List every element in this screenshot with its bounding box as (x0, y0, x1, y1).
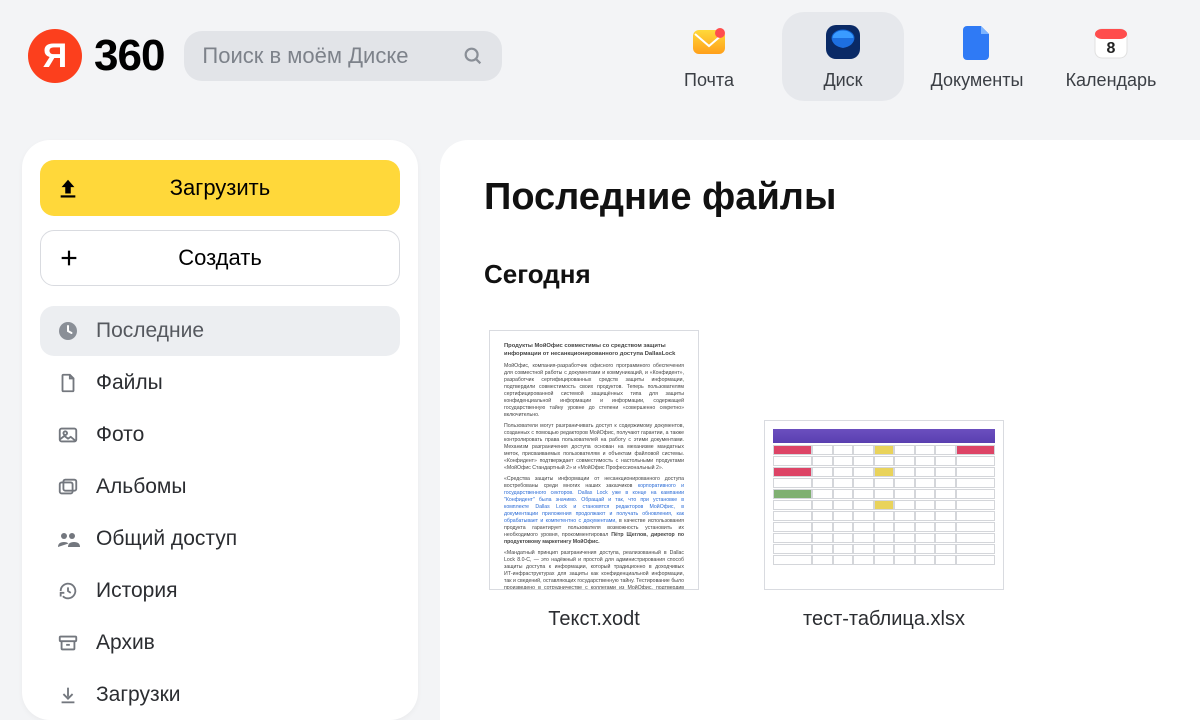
plus-icon (41, 247, 97, 269)
sidebar-item-label: Фото (96, 423, 144, 447)
yandex-logo-icon: Я (28, 29, 82, 83)
file-card[interactable]: Продукты МойОфис совместимы со средством… (484, 330, 704, 631)
sidebar-item-label: Архив (96, 631, 155, 655)
clock-icon (54, 317, 82, 345)
logo[interactable]: Я 360 (28, 29, 164, 83)
page-title: Последние файлы (484, 176, 1156, 219)
docs-icon (955, 20, 999, 64)
calendar-icon: 8 (1089, 20, 1133, 64)
svg-text:8: 8 (1107, 40, 1116, 57)
album-icon (54, 473, 82, 501)
file-name: Текст.xodt (548, 608, 640, 631)
sidebar-item-shared[interactable]: Общий доступ (40, 514, 400, 564)
nav-label: Почта (684, 70, 734, 91)
sidebar-item-label: История (96, 579, 177, 603)
sidebar-item-archive[interactable]: Архив (40, 618, 400, 668)
sidebar-item-albums[interactable]: Альбомы (40, 462, 400, 512)
upload-button[interactable]: Загрузить (40, 160, 400, 216)
file-name: тест-таблица.xlsx (803, 608, 965, 631)
sidebar-item-photo[interactable]: Фото (40, 410, 400, 460)
sidebar-item-history[interactable]: История (40, 566, 400, 616)
history-icon (54, 577, 82, 605)
nav-label: Диск (823, 70, 862, 91)
photo-icon (54, 421, 82, 449)
file-icon (54, 369, 82, 397)
archive-icon (54, 629, 82, 657)
spreadsheet-thumbnail (764, 420, 1004, 590)
main-content: Последние файлы Сегодня Продукты МойОфис… (440, 140, 1200, 720)
disk-icon (821, 20, 865, 64)
nav-mail[interactable]: Почта (648, 12, 770, 101)
mail-icon (687, 20, 731, 64)
section-title: Сегодня (484, 259, 1156, 290)
shared-icon (54, 525, 82, 553)
nav-label: Календарь (1066, 70, 1157, 91)
file-grid: Продукты МойОфис совместимы со средством… (484, 320, 1156, 631)
nav-label: Документы (931, 70, 1024, 91)
download-icon (54, 681, 82, 709)
top-nav: Почта Диск Документы 8 Календарь (648, 12, 1172, 101)
header: Я 360 Поиск в моём Диске Почта Диск Доку… (0, 0, 1200, 112)
nav-documents[interactable]: Документы (916, 12, 1038, 101)
sidebar-item-files[interactable]: Файлы (40, 358, 400, 408)
create-button[interactable]: Создать (40, 230, 400, 286)
search-icon (462, 44, 484, 68)
sidebar-item-label: Последние (96, 319, 204, 343)
sidebar-nav: Последние Файлы Фото Альбомы Общий досту… (40, 306, 400, 720)
search-input[interactable]: Поиск в моём Диске (184, 31, 502, 81)
sidebar: Загрузить Создать Последние Файлы (0, 112, 440, 720)
sidebar-item-label: Файлы (96, 371, 163, 395)
document-thumbnail: Продукты МойОфис совместимы со средством… (489, 330, 699, 590)
sidebar-item-label: Общий доступ (96, 527, 237, 551)
sidebar-item-label: Альбомы (96, 475, 186, 499)
nav-disk[interactable]: Диск (782, 12, 904, 101)
file-card[interactable]: тест-таблица.xlsx (774, 330, 994, 631)
sidebar-item-label: Загрузки (96, 683, 181, 707)
search-placeholder: Поиск в моём Диске (202, 43, 452, 69)
logo-text: 360 (94, 31, 164, 81)
upload-icon (40, 177, 96, 199)
nav-calendar[interactable]: 8 Календарь (1050, 12, 1172, 101)
sidebar-item-recent[interactable]: Последние (40, 306, 400, 356)
sidebar-item-downloads[interactable]: Загрузки (40, 670, 400, 720)
